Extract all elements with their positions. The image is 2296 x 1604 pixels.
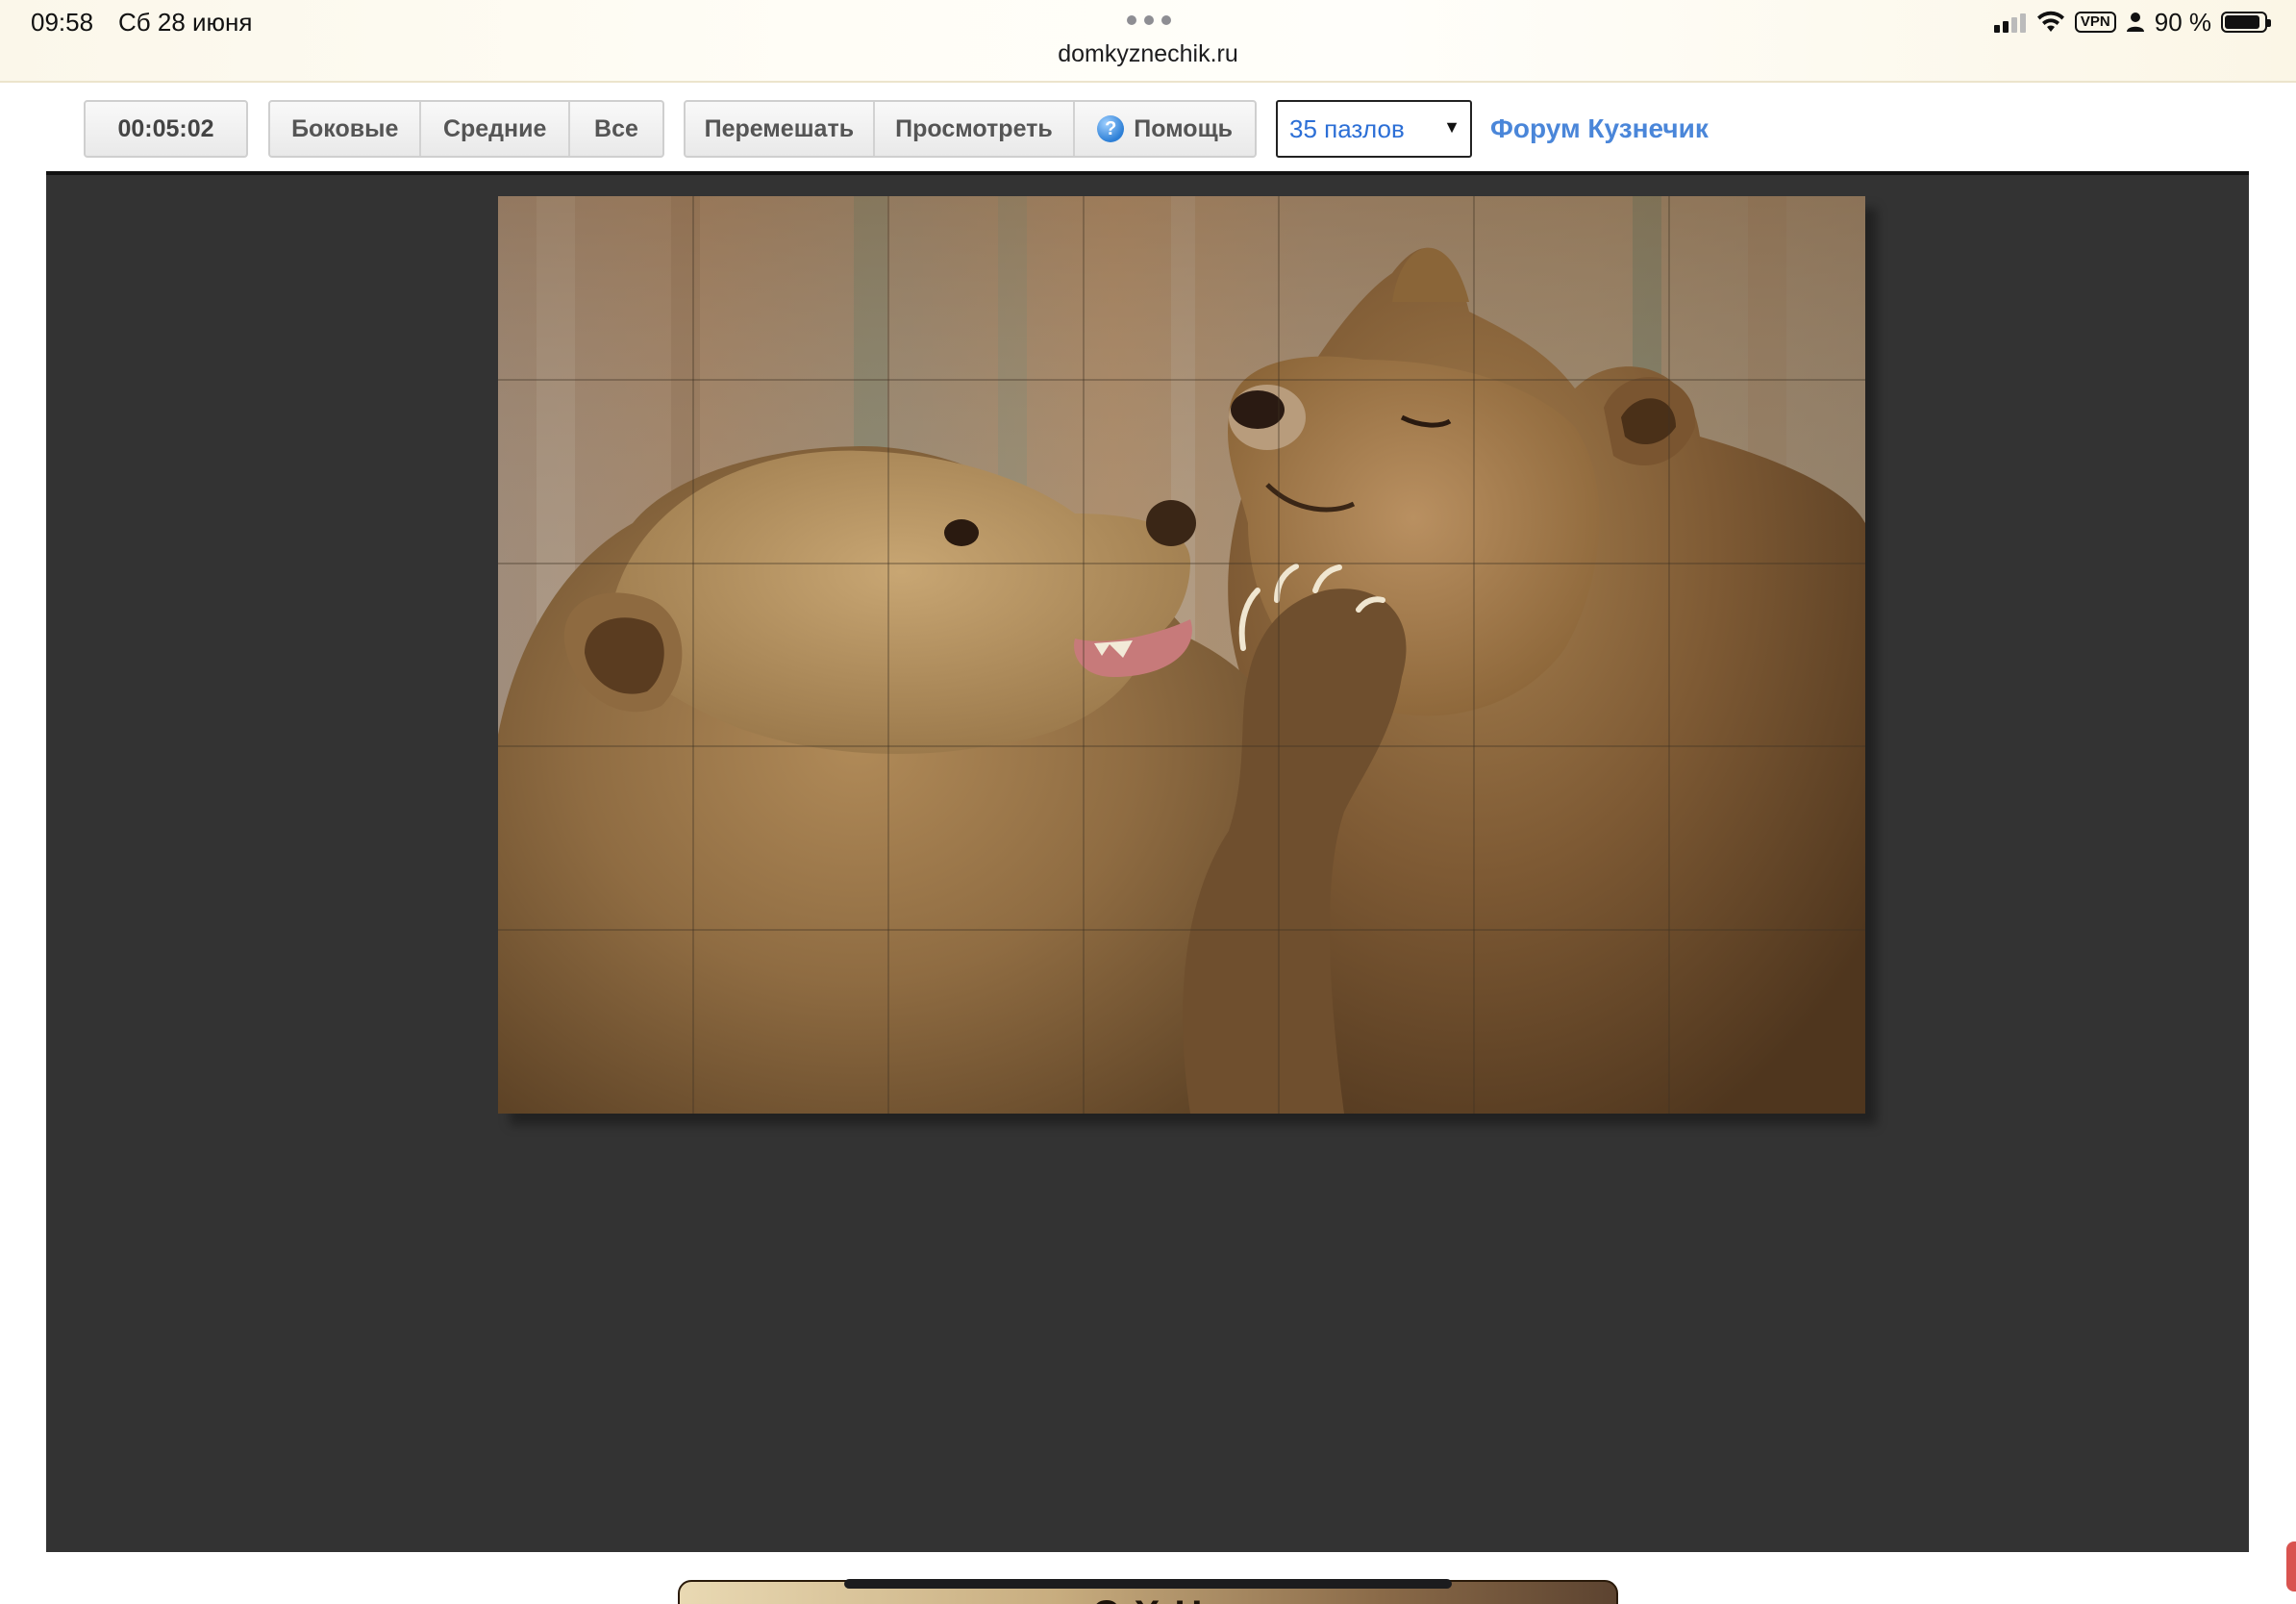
home-indicator[interactable]: [844, 1579, 1452, 1589]
timer-display: 00:05:02: [84, 100, 248, 158]
help-icon: ?: [1097, 115, 1125, 142]
puzzle-toolbar: 00:05:02 Боковые Средние Все Перемешать …: [0, 83, 2296, 171]
middle-pieces-button[interactable]: Средние: [421, 102, 570, 156]
bears-photo: [498, 196, 1865, 1114]
tab-overview-dots-icon[interactable]: [1125, 12, 1173, 25]
all-pieces-button[interactable]: Все: [570, 102, 662, 156]
cellular-signal-icon: [1993, 12, 2027, 33]
forum-link[interactable]: Форум Кузнечик: [1490, 113, 1709, 144]
status-indicators: VPN 90 %: [1993, 6, 2271, 38]
wifi-icon: [2036, 11, 2064, 32]
side-feedback-tab[interactable]: [2286, 1541, 2296, 1591]
dropdown-arrow-icon: ▼: [1443, 117, 1460, 137]
battery-icon: [2221, 12, 2271, 33]
site-banner-text: С Х Н: [680, 1593, 1616, 1604]
puzzle-board[interactable]: [46, 171, 2249, 1552]
preview-button[interactable]: Просмотреть: [875, 102, 1076, 156]
address-bar-url[interactable]: domkyznechik.ru: [0, 40, 2296, 68]
vpn-badge: VPN: [2074, 12, 2116, 33]
pieces-count-value: 35 пазлов: [1289, 113, 1405, 143]
pieces-count-select[interactable]: 35 пазлов ▼: [1276, 100, 1472, 158]
edge-pieces-button[interactable]: Боковые: [270, 102, 422, 156]
timer-value: 00:05:02: [117, 114, 214, 142]
help-button[interactable]: ? Помощь: [1075, 102, 1255, 156]
piece-filter-group: Боковые Средние Все: [268, 100, 664, 158]
shuffle-button[interactable]: Перемешать: [686, 102, 875, 156]
puzzle-image[interactable]: [498, 196, 1865, 1114]
status-bar: 09:58 Сб 28 июня domkyznechik.ru VPN 90 …: [0, 0, 2296, 83]
person-icon: [2126, 13, 2144, 32]
status-date: Сб 28 июня: [118, 8, 253, 37]
status-time: 09:58: [31, 8, 94, 37]
battery-percentage: 90 %: [2154, 7, 2211, 37]
help-button-label: Помощь: [1134, 114, 1234, 142]
puzzle-actions-group: Перемешать Просмотреть ? Помощь: [684, 100, 1257, 158]
